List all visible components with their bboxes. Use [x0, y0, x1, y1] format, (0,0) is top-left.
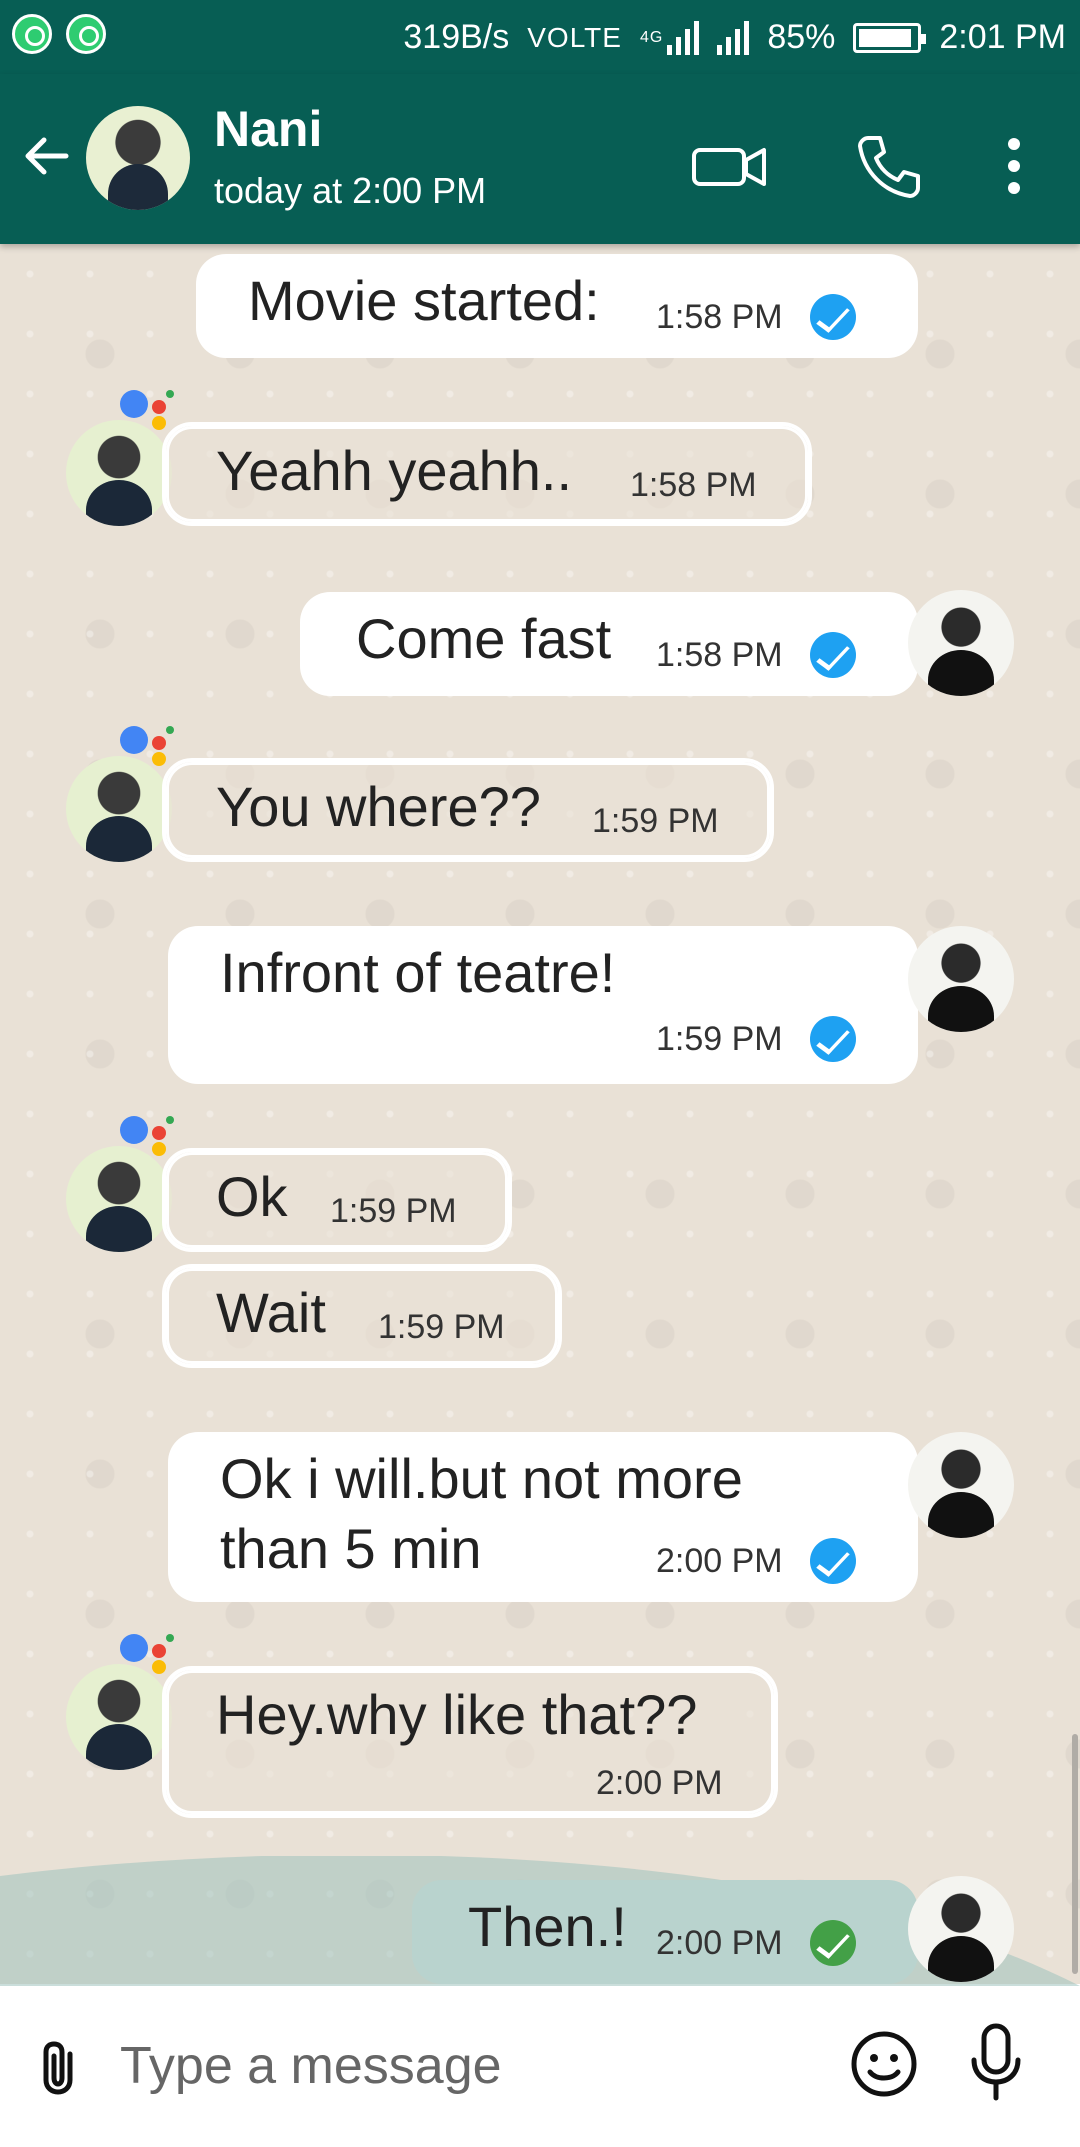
contact-avatar[interactable] — [66, 420, 172, 526]
my-avatar — [908, 926, 1014, 1032]
message-text: Come fast — [356, 607, 612, 670]
message-text: Wait — [216, 1281, 326, 1344]
chat-area[interactable]: Movie started: 1:58 PM Yeahh yeahh.. 1:5… — [0, 244, 1080, 1984]
battery-percent: 85% — [767, 18, 836, 56]
status-bar: 319B/s VOLTE 4G 85% 2:01 PM — [0, 0, 1080, 74]
message-bubble-incoming[interactable]: Ok 1:59 PM — [162, 1148, 512, 1252]
chat-header: Nani today at 2:00 PM — [0, 74, 1080, 244]
message-text: Ok i will.but not more — [220, 1447, 743, 1510]
more-vert-icon[interactable] — [974, 126, 1054, 206]
message-time: 1:58 PM — [656, 636, 783, 674]
my-avatar — [908, 590, 1014, 696]
last-seen-status: today at 2:00 PM — [214, 170, 487, 211]
message-bubble-outgoing[interactable]: Ok i will.but not more than 5 min 2:00 P… — [168, 1432, 918, 1602]
message-input-bar — [0, 1984, 1080, 2147]
message-time: 1:59 PM — [378, 1308, 505, 1346]
message-bubble-outgoing[interactable]: Infront of teatre! 1:59 PM — [168, 926, 918, 1084]
message-bubble-incoming[interactable]: Hey.why like that?? 2:00 PM — [162, 1666, 778, 1818]
signal-icon — [667, 20, 700, 55]
message-time: 1:59 PM — [330, 1192, 457, 1230]
message-text: Yeahh yeahh.. — [216, 439, 573, 502]
message-text: Then.! — [468, 1895, 627, 1958]
message-text: Hey.why like that?? — [216, 1683, 698, 1746]
message-text: Infront of teatre! — [220, 941, 616, 1004]
message-text-line2: than 5 min — [220, 1517, 482, 1580]
contact-avatar[interactable] — [66, 756, 172, 862]
signal-icon — [717, 20, 750, 55]
message-text: Ok — [216, 1165, 288, 1228]
video-call-icon[interactable] — [690, 126, 770, 206]
sent-tick-icon — [810, 1016, 856, 1062]
scrollbar-thumb[interactable] — [1072, 1734, 1078, 1974]
message-time: 1:58 PM — [656, 298, 783, 336]
sent-tick-icon — [810, 632, 856, 678]
message-time: 2:00 PM — [656, 1542, 783, 1580]
message-bubble-outgoing[interactable]: Come fast 1:58 PM — [300, 592, 918, 696]
network-type: 4G — [639, 28, 664, 46]
contact-avatar[interactable] — [66, 1664, 172, 1770]
message-time: 2:00 PM — [656, 1924, 783, 1962]
message-bubble-incoming[interactable]: Wait 1:59 PM — [162, 1264, 562, 1368]
clock: 2:01 PM — [939, 18, 1066, 56]
my-avatar — [908, 1876, 1014, 1982]
volte-indicator: VOLTE — [527, 21, 622, 53]
sent-tick-icon — [810, 294, 856, 340]
message-text: Movie started: — [248, 269, 600, 332]
contact-name[interactable]: Nani — [214, 100, 322, 158]
my-avatar — [908, 1432, 1014, 1538]
whatsapp-notification-icon — [66, 14, 106, 54]
read-tick-icon — [810, 1920, 856, 1966]
message-bubble-outgoing[interactable]: Movie started: 1:58 PM — [196, 254, 918, 358]
back-arrow-icon[interactable] — [20, 130, 72, 182]
battery-icon — [853, 22, 927, 53]
sent-tick-icon — [810, 1538, 856, 1584]
attach-icon[interactable] — [36, 2040, 84, 2096]
message-time: 1:59 PM — [592, 802, 719, 840]
message-time: 2:00 PM — [596, 1764, 723, 1802]
message-bubble-incoming[interactable]: Yeahh yeahh.. 1:58 PM — [162, 422, 812, 526]
message-bubble-outgoing[interactable]: Then.! 2:00 PM — [412, 1880, 918, 1984]
message-text: You where?? — [216, 775, 541, 838]
whatsapp-notification-icon — [12, 14, 52, 54]
contact-avatar[interactable] — [66, 1146, 172, 1252]
message-input[interactable] — [118, 2024, 818, 2108]
microphone-icon[interactable] — [966, 2020, 1026, 2104]
message-time: 1:59 PM — [656, 1020, 783, 1058]
phone-icon[interactable] — [850, 126, 930, 206]
contact-avatar[interactable] — [86, 106, 190, 210]
message-bubble-incoming[interactable]: You where?? 1:59 PM — [162, 758, 774, 862]
message-time: 1:58 PM — [630, 466, 757, 504]
emoji-icon[interactable] — [848, 2028, 920, 2100]
network-speed: 319B/s — [403, 18, 510, 56]
